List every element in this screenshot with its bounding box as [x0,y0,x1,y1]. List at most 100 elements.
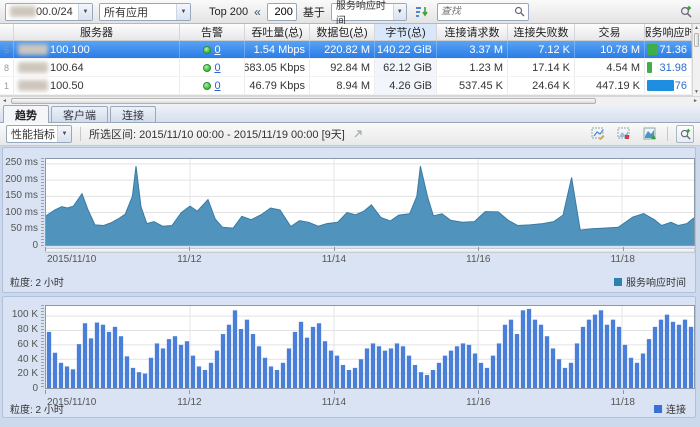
x-axis-label: 11/12 [177,397,201,408]
search-box [437,3,529,21]
top-count-input[interactable] [267,3,297,21]
col-header-server[interactable]: 服务器 [14,24,180,40]
table-row[interactable]: 5100.10001.54 Mbps220.82 M140.22 GiB3.37… [0,41,692,59]
legend-label: 连接 [666,401,686,416]
sort-order-icon[interactable] [413,3,431,21]
conn-failures-cell: 17.14 K [508,59,575,76]
vertical-scroll-thumb[interactable] [694,33,699,47]
scroll-down-icon[interactable]: ▼ [694,89,699,95]
collapse-chevrons-icon[interactable]: « [254,5,261,19]
redacted-ip-prefix [18,44,48,55]
application-combo[interactable]: 所有应用 ▼ [99,3,191,21]
alarm-count-link[interactable]: 0 [214,62,220,74]
application-combo-value: 所有应用 [104,4,148,20]
table-horizontal-scrollbar[interactable]: ◄ ► [0,96,700,105]
response-time-bar [647,62,652,73]
throughput-cell: 46.79 Kbps [245,77,310,94]
x-axis-label: 11/18 [611,397,635,408]
conn-failures-cell: 7.12 K [508,41,575,58]
col-header-transactions[interactable]: 交易 [575,24,645,40]
response-time-cell: 137.76 [645,77,692,94]
top-n-label: Top 200 [209,6,248,18]
tab-client[interactable]: 客户端 [51,106,108,122]
col-header-bytes[interactable]: 字节(总) [375,24,437,40]
table-vertical-scrollbar[interactable]: ▲ ▼ [692,24,700,96]
scroll-left-icon[interactable]: ◄ [2,98,7,104]
alarm-count-link[interactable]: 0 [214,44,220,56]
col-header-conn_fail[interactable]: 连接失败数 [508,24,575,40]
tab-connection[interactable]: 连接 [110,106,156,122]
server-cell: 100.50 [14,77,180,94]
chart-style-icon[interactable] [615,125,633,143]
y-axis-label: 200 ms [3,174,38,185]
col-header-conn_req[interactable]: 连接请求数 [437,24,508,40]
row-number: 1 [0,77,14,94]
y-axis-label: 0 [3,240,38,251]
chart-legend: 服务响应时间 [614,274,686,289]
alarm-cell: 0 [180,59,245,76]
alarm-count-link[interactable]: 0 [214,80,220,92]
range-edit-icon[interactable] [353,129,363,139]
bytes-cell: 140.22 GiB [375,41,437,58]
app-window: { "toolbar": { "network_combo_value": "0… [0,0,700,427]
advanced-search-icon[interactable] [677,3,695,21]
table-body: 5100.10001.54 Mbps220.82 M140.22 GiB3.37… [0,41,692,95]
col-header-packets[interactable]: 数据包(总) [310,24,375,40]
response-time-chart-plot[interactable] [45,158,695,246]
tab-trend[interactable]: 趋势 [3,105,49,123]
col-header-throughput[interactable]: 吞吐量(总) [245,24,310,40]
indicator-combo[interactable]: 性能指标 ▼ [6,125,72,143]
scroll-up-icon[interactable]: ▲ [694,25,699,31]
response-time-cell: 71.36 [645,41,692,58]
response-time-bar [647,44,658,55]
chevron-down-icon[interactable]: ▼ [57,126,71,142]
search-input[interactable] [441,6,514,17]
col-header-response[interactable]: 服务响应时 [645,24,692,40]
server-address: 100.50 [50,80,84,92]
legend-swatch [614,278,622,286]
throughput-cell: 1.54 Mbps [245,41,310,58]
horizontal-scroll-thumb[interactable] [11,98,596,104]
x-axis-label: 11/16 [466,397,490,408]
server-cell: 100.100 [14,41,180,58]
y-axis-label: 150 ms [3,190,38,201]
chevron-down-icon[interactable]: ▼ [78,4,92,20]
table-row[interactable]: 1100.50046.79 Kbps8.94 M4.26 GiB537.45 K… [0,77,692,95]
indicator-combo-value: 性能指标 [11,126,55,142]
sort-metric-combo[interactable]: 服务响应时间 ▼ [331,3,407,21]
server-address: 100.100 [50,44,90,56]
y-axis-label: 80 K [3,324,38,335]
x-axis-tick [334,247,335,251]
zoom-options-icon[interactable] [676,125,694,143]
x-axis-label: 11/12 [177,254,201,265]
table-row[interactable]: 8100.640683.05 Kbps92.84 M62.12 GiB1.23 … [0,59,692,77]
y-axis-label: 0 [3,383,38,394]
y-axis-minor-ticks [41,158,44,246]
edit-chart-icon[interactable] [589,125,607,143]
response-time-cell: 31.98 [645,59,692,76]
redacted-ip-prefix [18,62,48,73]
network-segment-value: 00.0/24 [36,6,73,18]
legend-label: 服务响应时间 [626,274,686,289]
export-chart-icon[interactable] [641,125,659,143]
col-header-alarm[interactable]: 告警 [180,24,245,40]
col-header-index[interactable] [0,24,14,40]
chevron-down-icon[interactable]: ▼ [176,4,190,20]
network-segment-combo[interactable]: 00.0/24 ▼ [5,3,93,21]
conn-requests-cell: 1.23 M [437,59,508,76]
scroll-right-icon[interactable]: ► [693,98,698,104]
connections-chart-plot[interactable] [45,305,695,389]
y-axis-label: 100 ms [3,207,38,218]
y-axis-label: 40 K [3,354,38,365]
selected-range-label: 所选区间: 2015/11/10 00:00 - 2015/11/19 00:0… [89,126,345,142]
alarm-cell: 0 [180,77,245,94]
chevron-down-icon[interactable]: ▼ [393,4,406,20]
alarm-status-icon [203,46,211,54]
x-axis-tick [334,390,335,394]
search-icon[interactable] [514,6,525,17]
transactions-cell: 10.78 M [575,41,645,58]
conn-failures-cell: 24.64 K [508,77,575,94]
response-time-value: 71.36 [659,44,687,56]
granularity-label: 粒度: 2 小时 [10,274,64,289]
x-axis-label: 2015/11/10 [47,254,96,265]
